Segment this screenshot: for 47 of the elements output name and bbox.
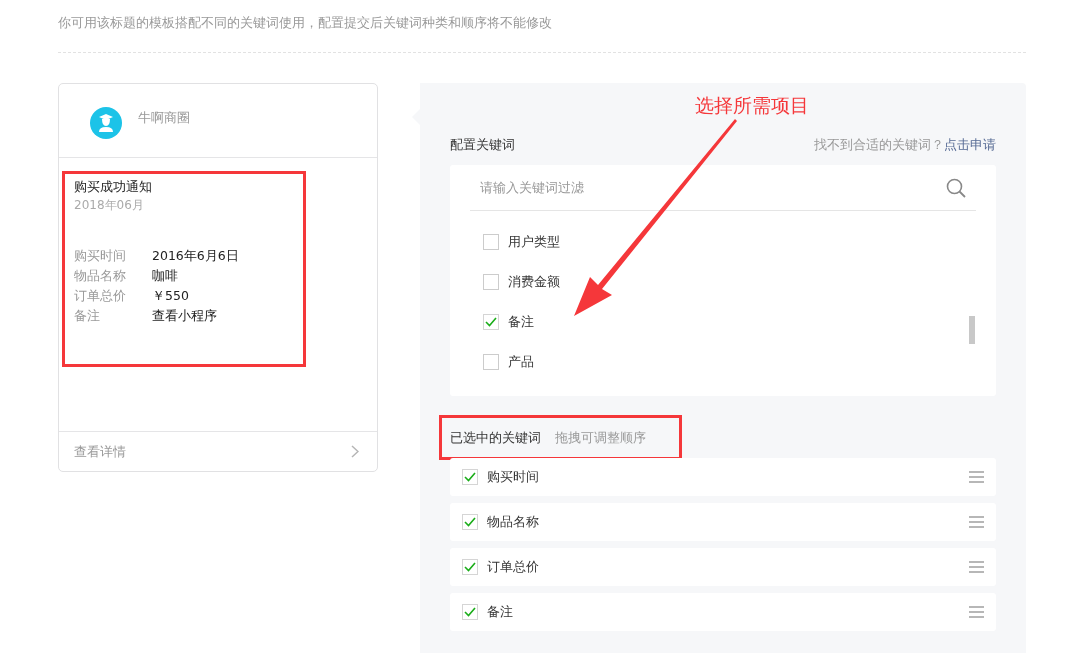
apply-link[interactable]: 点击申请 (944, 137, 996, 152)
field-value: 2016年6月6日 (152, 247, 239, 265)
section-heading: 已选中的关键词 (450, 428, 541, 447)
checkbox[interactable] (483, 354, 499, 370)
section-heading: 配置关键词 (450, 136, 515, 154)
annotation-text: 选择所需项目 (695, 93, 809, 118)
hint-text: 拖拽可调整顺序 (555, 428, 646, 447)
drag-handle-icon[interactable] (969, 516, 984, 528)
message-title: 购买成功通知 (74, 178, 153, 196)
selected-keyword-row[interactable]: 购买时间 (450, 458, 996, 496)
checkbox[interactable] (462, 469, 478, 485)
keyword-filter-field[interactable]: 请输入关键词过滤 (470, 165, 976, 211)
keyword-label: 备注 (487, 603, 513, 621)
keyword-label: 物品名称 (487, 513, 539, 531)
field-value: 查看小程序 (152, 307, 217, 325)
checkbox[interactable] (462, 604, 478, 620)
account-name: 牛啊商圈 (138, 109, 190, 127)
scrollbar-thumb[interactable] (969, 316, 975, 344)
field-label: 备注 (74, 307, 101, 325)
drag-handle-icon[interactable] (969, 606, 984, 618)
checkbox[interactable] (462, 559, 478, 575)
selected-keyword-row[interactable]: 备注 (450, 593, 996, 631)
field-label: 物品名称 (74, 267, 127, 285)
drag-handle-icon[interactable] (969, 561, 984, 573)
keyword-label: 订单总价 (487, 558, 539, 576)
message-date: 2018年06月 (74, 197, 145, 214)
keyword-option[interactable]: 备注 (508, 313, 534, 331)
drag-handle-icon[interactable] (969, 471, 984, 483)
field-value: ￥550 (152, 287, 189, 305)
checkbox[interactable] (462, 514, 478, 530)
intro-text: 你可用该标题的模板搭配不同的关键词使用，配置提交后关键词种类和顺序将不能修改 (58, 14, 553, 32)
checkbox[interactable] (483, 314, 499, 330)
checkbox[interactable] (483, 234, 499, 250)
keyword-option[interactable]: 产品 (508, 353, 534, 371)
help-text: 找不到合适的关键词？ (814, 137, 944, 152)
keyword-option[interactable]: 用户类型 (508, 233, 560, 251)
field-value: 咖啡 (152, 267, 178, 285)
avatar-icon (90, 107, 122, 139)
search-icon[interactable] (946, 178, 966, 198)
field-label: 订单总价 (74, 287, 127, 305)
keyword-label: 购买时间 (487, 468, 539, 486)
chevron-right-icon (351, 445, 359, 458)
keyword-option[interactable]: 消费金额 (508, 273, 560, 291)
checkbox[interactable] (483, 274, 499, 290)
selected-keyword-row[interactable]: 订单总价 (450, 548, 996, 586)
selected-keyword-row[interactable]: 物品名称 (450, 503, 996, 541)
field-label: 购买时间 (74, 247, 127, 265)
